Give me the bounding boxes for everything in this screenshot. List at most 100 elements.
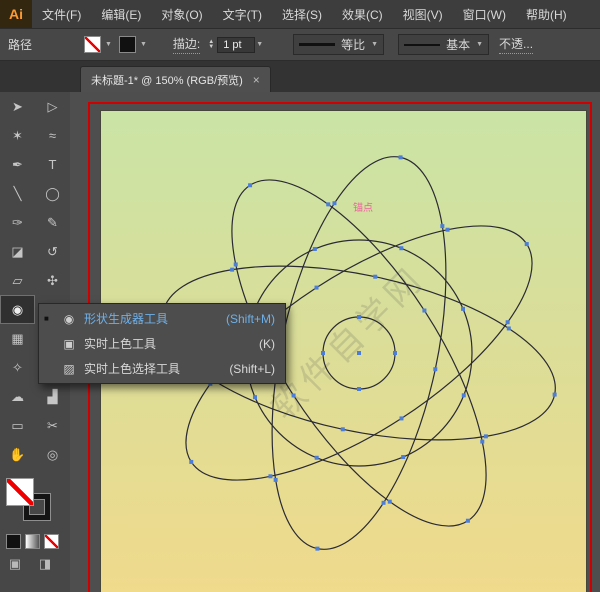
artboard-tool[interactable]: ▭ <box>0 411 35 440</box>
anchor-point <box>233 262 238 267</box>
width-tool[interactable]: ✣ <box>35 266 70 295</box>
anchor-point <box>433 367 438 372</box>
type-tool[interactable]: T <box>35 150 70 179</box>
ellipse-tool[interactable]: ◯ <box>35 179 70 208</box>
anchor-point <box>440 224 445 229</box>
anchor-point <box>189 459 194 464</box>
illustrator-window: Ai 文件(F) 编辑(E) 对象(O) 文字(T) 选择(S) 效果(C) 视图(V) 窗口… <box>0 0 600 592</box>
shape-builder-tool[interactable]: ◉ <box>0 295 35 324</box>
flyout-item-shape-builder[interactable]: ■ ◉ 形状生成器工具 (Shift+M) <box>39 306 285 331</box>
profile-dropdown-icon: ▼ <box>371 41 379 48</box>
screen-mode-icon[interactable]: ◨ <box>34 556 56 572</box>
rotate-tool[interactable]: ↺ <box>35 237 70 266</box>
stroke-color-swatch[interactable] <box>118 36 136 53</box>
anchor-point <box>393 351 397 355</box>
menu-item[interactable]: 对象(O) <box>151 0 212 28</box>
anchor-point <box>401 455 406 460</box>
paintbrush-tool[interactable]: ✑ <box>0 208 35 237</box>
anchor-point <box>461 306 466 311</box>
stroke-dropdown-icon[interactable]: ▼ <box>140 41 147 48</box>
menu-item[interactable]: 选择(S) <box>272 0 332 28</box>
current-tool-marker: ■ <box>44 314 49 323</box>
line-segment-tool[interactable]: ╲ <box>0 179 35 208</box>
mesh-tool[interactable]: ▦ <box>0 324 35 353</box>
direct-selection-tool[interactable]: ▷ <box>35 92 70 121</box>
slice-tool[interactable]: ✂ <box>35 411 70 440</box>
draw-mode-icon[interactable]: ▣ <box>4 556 26 572</box>
menu-item[interactable]: 帮助(H) <box>516 0 577 28</box>
fill-color-swatch[interactable] <box>84 36 102 53</box>
live-paint-bucket-icon: ▣ <box>63 336 75 351</box>
selection-tool[interactable]: ➤ <box>0 92 35 121</box>
anchor-point-label: 锚点 <box>353 203 373 214</box>
anchor-point <box>387 499 392 504</box>
anchor-point <box>357 351 361 355</box>
fill-dropdown-icon[interactable]: ▼ <box>105 41 112 48</box>
symbol-sprayer-tool[interactable]: ☁ <box>0 382 35 411</box>
menu-item[interactable]: 文件(F) <box>32 0 91 28</box>
flyout-item-label: 形状生成器工具 <box>84 312 169 326</box>
gradient-button[interactable] <box>25 534 40 549</box>
menu-item[interactable]: 窗口(W) <box>453 0 516 28</box>
column-graph-tool[interactable]: ▟ <box>35 382 70 411</box>
anchor-point <box>314 285 319 290</box>
flyout-item-shortcut: (K) <box>259 336 275 351</box>
scale-tool[interactable]: ▱ <box>0 266 35 295</box>
flyout-item-shortcut: (Shift+L) <box>229 361 275 376</box>
profile-value: 等比 <box>341 38 366 52</box>
menu-item[interactable]: 视图(V) <box>393 0 453 28</box>
flyout-item-live-paint-selection[interactable]: ▨ 实时上色选择工具 (Shift+L) <box>39 356 285 381</box>
anchor-point <box>505 320 510 325</box>
app-logo: Ai <box>0 0 32 28</box>
width-profile-dropdown[interactable]: 等比 ▼ <box>293 34 385 55</box>
menu-item[interactable]: 效果(C) <box>332 0 393 28</box>
fill-swatch[interactable] <box>6 478 34 506</box>
stroke-weight-label[interactable]: 描边: <box>172 35 201 54</box>
opacity-label[interactable]: 不透... <box>499 35 534 54</box>
menubar-items: 文件(F) 编辑(E) 对象(O) 文字(T) 选择(S) 效果(C) 视图(V) 窗口(W)… <box>32 0 577 28</box>
pen-tool[interactable]: ✒ <box>0 150 35 179</box>
zoom-tool[interactable]: ◎ <box>35 440 70 469</box>
flyout-menu: ■ ◉ 形状生成器工具 (Shift+M) ▣ 实时上色工具 (K) ▨ 实时上色选择工具 (Sh… <box>38 303 286 384</box>
stroke-weight-dropdown-icon[interactable]: ▼ <box>256 41 263 48</box>
stroke-weight-field[interactable]: 1 pt <box>217 36 256 53</box>
eyedropper-tool[interactable]: ✧ <box>0 353 35 382</box>
anchor-point <box>461 393 466 398</box>
anchor-point <box>248 183 253 188</box>
none-button[interactable] <box>44 534 59 549</box>
anchor-point <box>315 546 320 551</box>
anchor-point <box>340 427 345 432</box>
anchor-point <box>524 242 529 247</box>
tab-close-icon[interactable]: × <box>253 73 260 87</box>
magic-wand-tool[interactable]: ✶ <box>0 121 35 150</box>
anchor-point <box>314 455 319 460</box>
brush-value: 基本 <box>446 38 471 52</box>
brush-definition-dropdown[interactable]: 基本 ▼ <box>398 34 490 55</box>
menu-item[interactable]: 文字(T) <box>213 0 272 28</box>
menu-item[interactable]: 编辑(E) <box>91 0 151 28</box>
pencil-tool[interactable]: ✎ <box>35 208 70 237</box>
anchor-point <box>445 227 450 232</box>
context-label: 路径 <box>8 38 33 52</box>
document-tab[interactable]: 未标题-1* @ 150% (RGB/预览) × <box>80 66 271 92</box>
flyout-item-shortcut: (Shift+M) <box>225 311 275 326</box>
lasso-tool[interactable]: ≈ <box>35 121 70 150</box>
paint-mode-buttons <box>6 534 59 549</box>
brush-dropdown-icon: ▼ <box>476 41 484 48</box>
eraser-tool[interactable]: ◪ <box>0 237 35 266</box>
stroke-weight-stepper[interactable]: ▲ ▼ <box>208 39 214 50</box>
anchor-point <box>326 202 331 207</box>
anchor-point <box>381 500 386 505</box>
document-tab-title: 未标题-1* @ 150% (RGB/预览) <box>91 74 243 87</box>
flyout-item-live-paint-bucket[interactable]: ▣ 实时上色工具 (K) <box>39 331 285 356</box>
anchor-point <box>373 274 378 279</box>
fill-stroke-controls: ▼ ▼ <box>84 36 151 53</box>
hand-tool[interactable]: ✋ <box>0 440 35 469</box>
control-bar: 路径 ▼ ▼ 描边: ▲ ▼ 1 pt ▼ 等比 ▼ 基本 ▼ 不透... <box>0 29 600 61</box>
anchor-point <box>399 416 404 421</box>
anchor-point <box>480 439 485 444</box>
flyout-item-label: 实时上色选择工具 <box>84 362 181 376</box>
draw-mode-buttons: ▣ ◨ <box>4 556 56 572</box>
color-button[interactable] <box>6 534 21 549</box>
shape-builder-icon: ◉ <box>63 311 75 326</box>
